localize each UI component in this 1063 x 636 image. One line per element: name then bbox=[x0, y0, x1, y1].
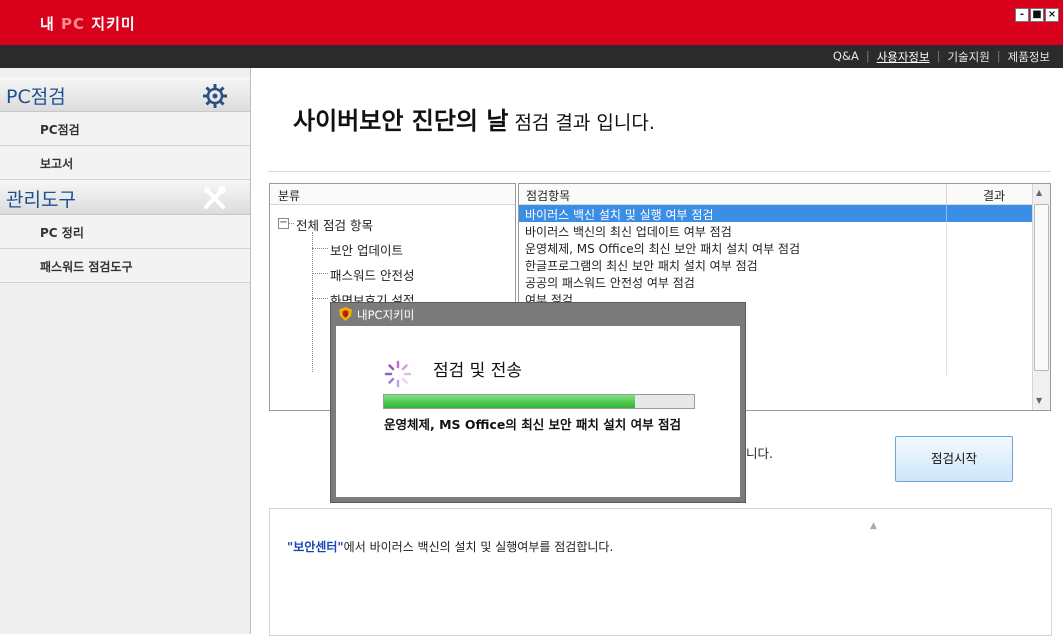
progress-dialog: 내PC지키미 점검 및 전송 운영체제, MS Office의 최신 보안 패치… bbox=[330, 302, 746, 503]
row-result-cell bbox=[946, 222, 1033, 239]
sidebar-item-label: PC점검 bbox=[40, 123, 80, 137]
column-header-result[interactable]: 결과 bbox=[983, 187, 1005, 204]
minimize-button[interactable]: - bbox=[1015, 8, 1029, 22]
divider bbox=[268, 171, 1051, 172]
app-title-prefix: 내 bbox=[40, 15, 62, 33]
sidebar-item-label: 패스워드 점검도구 bbox=[40, 260, 133, 274]
menu-product-info[interactable]: 제품정보 bbox=[1001, 49, 1057, 65]
start-check-button[interactable]: 점검시작 bbox=[895, 436, 1013, 482]
table-row[interactable]: 바이러스 백신의 최신 업데이트 여부 점검 bbox=[519, 222, 1032, 239]
row-result-cell bbox=[946, 324, 1033, 341]
scroll-up-icon[interactable]: ▲ bbox=[870, 521, 882, 535]
scroll-down-icon[interactable]: ▼ bbox=[1036, 396, 1042, 405]
scrollbar-thumb[interactable] bbox=[1034, 204, 1049, 371]
shield-icon bbox=[339, 307, 352, 321]
tree-node-root[interactable]: 전체 점검 항목 bbox=[296, 215, 373, 234]
table-row[interactable]: 바이러스 백신 설치 및 실행 여부 점검 bbox=[519, 205, 1032, 222]
column-divider bbox=[946, 184, 947, 204]
description-highlight: "보안센터" bbox=[287, 540, 344, 554]
row-item-label: 한글프로그램의 최신 보안 패치 설치 여부 점검 bbox=[525, 259, 758, 273]
title-bar bbox=[0, 0, 1063, 45]
sidebar-section-admin-tools[interactable]: 관리도구 bbox=[0, 180, 250, 215]
row-result-cell bbox=[946, 256, 1033, 273]
dialog-heading: 점검 및 전송 bbox=[433, 361, 523, 381]
row-result-cell bbox=[946, 273, 1033, 290]
tree-header: 분류 bbox=[270, 184, 515, 205]
app-title-suffix: 지키미 bbox=[85, 15, 136, 33]
tree-node-password[interactable]: 패스워드 안전성 bbox=[330, 265, 414, 284]
tree-connector bbox=[312, 248, 328, 249]
dialog-body: 점검 및 전송 운영체제, MS Office의 최신 보안 패치 설치 여부 … bbox=[336, 326, 740, 497]
column-header-item[interactable]: 점검항목 bbox=[526, 187, 570, 204]
sidebar-section-pc-check[interactable]: PC점검 bbox=[0, 77, 250, 112]
maximize-button[interactable]: ■ bbox=[1030, 8, 1044, 22]
dialog-title: 내PC지키미 bbox=[357, 308, 415, 322]
page-title: 사이버보안 진단의 날 점검 결과 입니다. bbox=[293, 101, 655, 136]
app-title: 내 PC 지키미 bbox=[40, 13, 136, 34]
menu-user-info[interactable]: 사용자정보 bbox=[870, 49, 937, 65]
row-result-cell bbox=[946, 341, 1033, 358]
progress-bar bbox=[383, 394, 695, 409]
sidebar: PC점검 PC점검 보고서 관리도구 PC 정리 패스워드 점검도구 bbox=[0, 68, 251, 634]
table-row[interactable]: 공공의 패스워드 안전성 여부 점검 bbox=[519, 273, 1032, 290]
table-header: 점검항목 결과 bbox=[519, 184, 1032, 205]
row-item-label: 바이러스 백신 설치 및 실행 여부 점검 bbox=[525, 208, 714, 222]
sidebar-item-pc-cleanup[interactable]: PC 정리 bbox=[0, 215, 250, 249]
scroll-up-icon[interactable]: ▲ bbox=[1036, 188, 1042, 197]
description-panel: "보안센터"에서 바이러스 백신의 설치 및 실행여부를 점검합니다. ▲ bbox=[269, 508, 1052, 636]
top-menu: Q&A | 사용자정보 | 기술지원 | 제품정보 bbox=[826, 49, 1057, 65]
row-result-cell bbox=[946, 307, 1033, 324]
result-message: 니다. bbox=[746, 446, 773, 461]
tree-header-label: 분류 bbox=[278, 189, 301, 203]
table-row[interactable]: 운영체제, MS Office의 최신 보안 패치 설치 여부 점검 bbox=[519, 239, 1032, 256]
menu-qna[interactable]: Q&A bbox=[826, 49, 866, 65]
tree-connector bbox=[312, 273, 328, 274]
description-body: 에서 바이러스 백신의 설치 및 실행여부를 점검합니다. bbox=[343, 540, 614, 554]
tree-connector bbox=[312, 298, 328, 299]
progress-status-text: 운영체제, MS Office의 최신 보안 패치 설치 여부 점검 bbox=[384, 417, 681, 432]
tree-node-security-update[interactable]: 보안 업데이트 bbox=[330, 240, 403, 259]
row-result-cell bbox=[946, 239, 1033, 256]
progress-bar-fill bbox=[384, 395, 636, 408]
page-title-main: 사이버보안 진단의 날 bbox=[293, 107, 509, 135]
sidebar-item-label: 보고서 bbox=[40, 157, 74, 171]
sidebar-item-label: PC 정리 bbox=[40, 226, 84, 240]
tree-connector bbox=[312, 232, 313, 372]
page-title-sub: 점검 결과 입니다. bbox=[514, 112, 655, 134]
sidebar-item-password-tool[interactable]: 패스워드 점검도구 bbox=[0, 249, 250, 283]
row-result-cell bbox=[946, 290, 1033, 307]
table-row[interactable]: 한글프로그램의 최신 보안 패치 설치 여부 점검 bbox=[519, 256, 1032, 273]
sidebar-section-label: PC점검 bbox=[6, 86, 66, 108]
sidebar-item-pc-check[interactable]: PC점검 bbox=[0, 112, 250, 146]
tools-icon bbox=[204, 186, 226, 209]
row-item-label: 운영체제, MS Office의 최신 보안 패치 설치 여부 점검 bbox=[525, 242, 801, 256]
row-result-cell bbox=[946, 358, 1033, 375]
description-text: "보안센터"에서 바이러스 백신의 설치 및 실행여부를 점검합니다. bbox=[287, 538, 613, 555]
sidebar-section-label: 관리도구 bbox=[6, 189, 76, 211]
gear-icon bbox=[203, 84, 227, 108]
menu-tech-support[interactable]: 기술지원 bbox=[940, 49, 996, 65]
row-result-cell bbox=[946, 205, 1033, 222]
loading-spinner-icon bbox=[384, 360, 412, 388]
row-item-label: 바이러스 백신의 최신 업데이트 여부 점검 bbox=[525, 225, 732, 239]
app-title-pc: PC bbox=[61, 15, 86, 33]
sidebar-item-report[interactable]: 보고서 bbox=[0, 146, 250, 180]
tree-connector bbox=[288, 223, 294, 224]
close-button[interactable]: × bbox=[1045, 8, 1059, 22]
row-item-label: 공공의 패스워드 안전성 여부 점검 bbox=[525, 276, 695, 290]
